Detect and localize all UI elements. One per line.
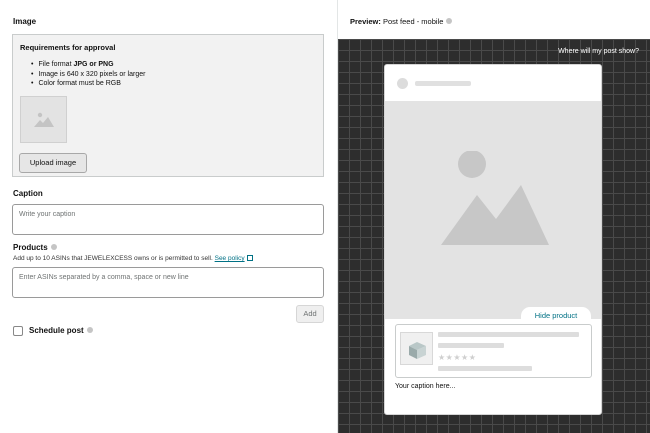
product-card: ★★★★★ [395,324,592,378]
preview-canvas: Where will my post show? Hide product ★★… [338,39,650,433]
external-link-icon [246,255,253,261]
requirement-color-text: Color format must be RGB [38,80,121,87]
image-placeholder-icon [34,112,54,127]
product-thumbnail [400,332,433,365]
requirements-title: Requirements for approval [20,43,116,52]
info-icon[interactable] [86,327,93,333]
requirement-size-text: Image is 640 x 320 pixels or larger [38,70,146,78]
avatar [397,78,408,89]
product-title-placeholder [438,332,579,337]
asin-input[interactable]: Enter ASINs separated by a comma, space … [12,267,324,298]
requirement-format-text: File format [38,61,74,68]
see-policy-link[interactable]: See policy [215,255,245,262]
preview-title: Preview: Post feed - mobile [350,17,453,26]
product-box-icon [409,342,426,359]
where-will-post-show-link[interactable]: Where will my post show? [558,48,639,55]
mobile-post-preview: Hide product ★★★★★ Your caption here... [384,64,602,415]
preview-label: Preview: [350,17,381,26]
post-image-placeholder [385,101,601,319]
products-subtitle: Add up to 10 ASINs that JEWELEXCESS owns… [13,255,253,262]
schedule-post-checkbox[interactable] [13,326,23,336]
products-section-title: Products [13,243,57,252]
schedule-post-label: Schedule post [29,326,93,335]
image-placeholder-thumbnail [20,96,67,143]
caption-input[interactable]: Write your caption [12,204,324,235]
add-asin-button[interactable]: Add [296,305,324,323]
caption-section-title: Caption [13,189,43,198]
image-section-title: Image [13,17,37,26]
post-form-panel: Image Requirements for approval File for… [0,0,337,433]
upload-image-button[interactable]: Upload image [19,153,87,173]
brand-name-placeholder [415,81,471,86]
info-icon[interactable] [446,18,453,24]
products-title-text: Products [13,243,48,252]
requirement-item: Color format must be RGB [31,79,145,89]
image-requirements-box: Requirements for approval File format JP… [12,34,324,177]
info-icon[interactable] [50,244,57,250]
product-price-placeholder [438,366,532,371]
post-header [385,65,601,101]
requirement-item: File format JPG or PNG [31,60,145,70]
hide-product-button[interactable]: Hide product [521,307,591,325]
image-placeholder-icon [441,151,549,245]
requirement-item: Image is 640 x 320 pixels or larger [31,70,145,80]
products-subtitle-text: Add up to 10 ASINs that JEWELEXCESS owns… [13,255,213,262]
schedule-label-text: Schedule post [29,326,84,335]
requirements-list: File format JPG or PNG Image is 640 x 32… [31,60,145,89]
rating-stars: ★★★★★ [438,353,477,362]
preview-mode: Post feed - mobile [382,17,444,26]
requirement-format-value: JPG or PNG [73,61,114,68]
caption-preview-text: Your caption here... [395,383,456,390]
product-subtitle-placeholder [438,343,504,348]
preview-panel: Preview: Post feed - mobile Where will m… [337,0,650,433]
